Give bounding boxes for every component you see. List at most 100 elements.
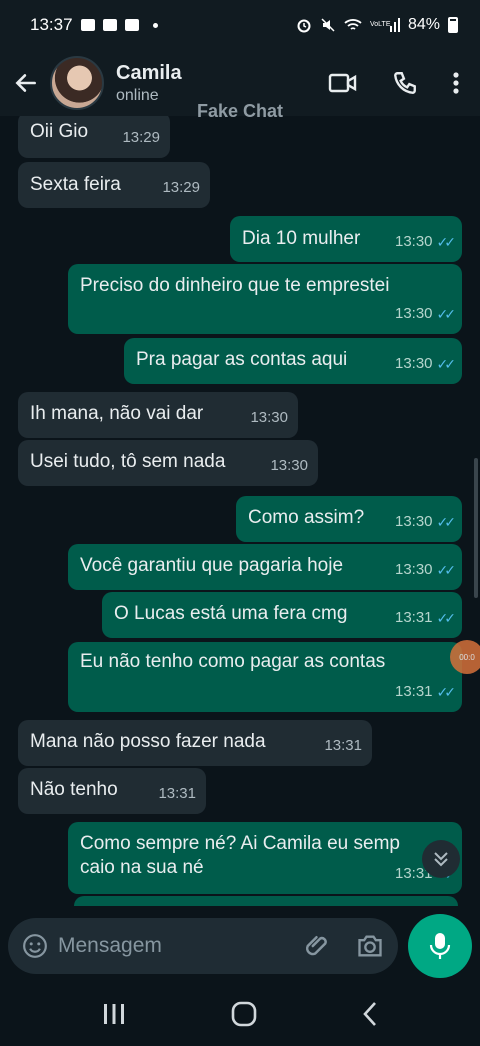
message-time: 13:31	[324, 737, 362, 754]
message-time: 13:29	[122, 129, 160, 146]
message-bubble-out[interactable]: Dia 10 mulher 13:30 ✓✓	[230, 216, 462, 262]
read-ticks-icon: ✓✓	[436, 234, 457, 250]
app-notification-icon	[102, 19, 117, 31]
read-ticks-icon: ✓✓	[436, 610, 457, 626]
status-right: VoLTE 84%	[296, 16, 458, 34]
home-icon	[231, 1001, 257, 1026]
message-meta: 13:30 ✓✓	[394, 510, 457, 534]
arrow-left-icon	[15, 74, 36, 92]
recent-apps-icon	[104, 1003, 125, 1024]
message-bubble-out[interactable]: O Lucas está uma fera cmg 13:31 ✓✓	[102, 592, 462, 638]
message-time: 13:31	[394, 609, 433, 626]
message-list[interactable]: Oii Gio 13:29 Sexta feira 13:29 Dia 10 m…	[0, 116, 480, 906]
read-ticks-icon: ✓✓	[436, 514, 457, 530]
message-meta: 13:31	[324, 734, 362, 758]
recent-apps-button[interactable]	[102, 1003, 126, 1030]
message-time: 13:30	[270, 457, 308, 474]
message-bubble-out[interactable]: Como assim? 13:30 ✓✓	[236, 496, 462, 542]
message-input-placeholder[interactable]: Mensagem	[58, 934, 304, 958]
home-button[interactable]	[231, 1001, 257, 1032]
message-meta: 13:30 ✓✓	[394, 302, 457, 326]
system-nav-bar	[0, 986, 480, 1046]
message-bubble-out[interactable]: Eu não tenho como pagar as contas 13:31 ✓…	[68, 642, 462, 712]
back-button[interactable]	[10, 67, 42, 99]
message-meta: 13:30	[250, 406, 288, 430]
scroll-to-bottom-button[interactable]	[422, 840, 460, 878]
wifi-icon	[344, 19, 362, 30]
message-bubble-in[interactable]: Mana não posso fazer nada 13:31	[18, 720, 372, 766]
message-bubble-in[interactable]: Ih mana, não vai dar 13:30	[18, 392, 298, 438]
svg-text:VoLTE: VoLTE	[370, 21, 391, 28]
chevron-left-icon	[362, 1001, 376, 1026]
message-bubble-in[interactable]: Não tenho 13:31	[18, 768, 206, 814]
camera-icon[interactable]	[356, 933, 384, 959]
status-time: 13:37	[30, 15, 73, 34]
message-meta: 13:30 ✓✓	[394, 352, 457, 376]
alarm-icon	[297, 19, 311, 33]
emoji-icon[interactable]	[22, 933, 48, 959]
message-meta: 13:30 ✓✓	[394, 558, 457, 582]
message-meta: 13:31✓✓	[394, 680, 457, 704]
message-text: Preciso do dinheiro que te emprestei	[80, 275, 390, 296]
message-meta: 13:31✓✓	[394, 606, 457, 630]
microphone-icon	[429, 933, 451, 959]
phone-icon	[394, 72, 416, 94]
recording-overlay-icon: 00:0	[450, 640, 480, 674]
video-camera-icon	[328, 73, 357, 93]
message-text: Usei tudo, tô sem nada	[30, 451, 226, 472]
message-bubble-in[interactable]: Usei tudo, tô sem nada 13:30	[18, 440, 318, 486]
message-bubble-out[interactable]: Pra pagar as contas aqui 13:30 ✓✓	[124, 338, 462, 384]
more-vertical-icon	[453, 72, 459, 94]
message-time: 13:30	[394, 355, 433, 372]
composer: Mensagem	[0, 906, 480, 986]
message-text: Mana não posso fazer nada	[30, 731, 266, 752]
message-text: Eu não tenho como pagar as contas	[80, 651, 386, 672]
message-bubble-out[interactable]: Preciso do dinheiro que te emprestei 13:…	[68, 264, 462, 334]
contact-name: Camila	[116, 61, 182, 84]
message-meta: 13:30	[270, 454, 308, 478]
message-time: 13:31	[158, 785, 196, 802]
message-time: 13:29	[162, 179, 200, 196]
message-bubble-out[interactable]: Como sempre né? Ai Camila eu semp caio n…	[68, 822, 462, 894]
message-bubble-in[interactable]: Sexta feira 13:29	[18, 162, 210, 208]
message-meta: 13:29	[162, 176, 200, 200]
fake-chat-watermark: Fake Chat	[196, 101, 284, 121]
voice-message-button[interactable]	[408, 914, 472, 978]
status-left: 13:37	[30, 15, 158, 35]
message-meta: 13:30 ✓✓	[394, 230, 457, 254]
attach-icon[interactable]	[304, 931, 334, 961]
header-actions	[328, 70, 460, 96]
message-input[interactable]: Mensagem	[8, 918, 398, 974]
message-meta: 13:31	[158, 782, 196, 806]
read-ticks-icon: ✓✓	[436, 356, 457, 372]
message-time: 13:30	[394, 305, 433, 322]
voice-call-button[interactable]	[392, 70, 418, 96]
message-time: 13:30	[394, 233, 433, 250]
read-ticks-icon: ✓✓	[436, 306, 457, 322]
back-nav-button[interactable]	[362, 1001, 378, 1032]
contact-info[interactable]: Camila online	[116, 62, 328, 105]
message-text: Ih mana, não vai dar	[30, 403, 204, 424]
settings-notification-icon	[124, 19, 139, 31]
status-bar: 13:37 VoLTE 84%	[0, 0, 480, 50]
signal-icon: VoLTE	[370, 18, 400, 32]
message-bubble-out-partial[interactable]	[74, 896, 458, 906]
scrollbar[interactable]	[474, 458, 478, 598]
video-notification-icon	[80, 19, 95, 31]
message-meta: 13:29	[122, 126, 160, 150]
message-bubble-out[interactable]: Você garantiu que pagaria hoje 13:30 ✓✓	[68, 544, 462, 590]
video-call-button[interactable]	[328, 71, 358, 95]
battery-percent: 84%	[407, 16, 440, 33]
message-bubble-in[interactable]: Oii Gio 13:29	[18, 116, 170, 158]
message-time: 13:30	[250, 409, 288, 426]
message-time: 13:31	[394, 683, 433, 700]
read-ticks-icon: ✓✓	[436, 562, 457, 578]
battery-icon	[448, 17, 458, 33]
message-time: 13:30	[394, 513, 433, 530]
menu-button[interactable]	[452, 71, 460, 95]
chevron-double-down-icon	[434, 852, 448, 867]
mute-icon	[321, 18, 335, 32]
read-ticks-icon: ✓✓	[436, 684, 457, 700]
message-text: Como sempre né? Ai Camila eu semp	[80, 833, 400, 854]
message-time: 13:30	[394, 561, 433, 578]
